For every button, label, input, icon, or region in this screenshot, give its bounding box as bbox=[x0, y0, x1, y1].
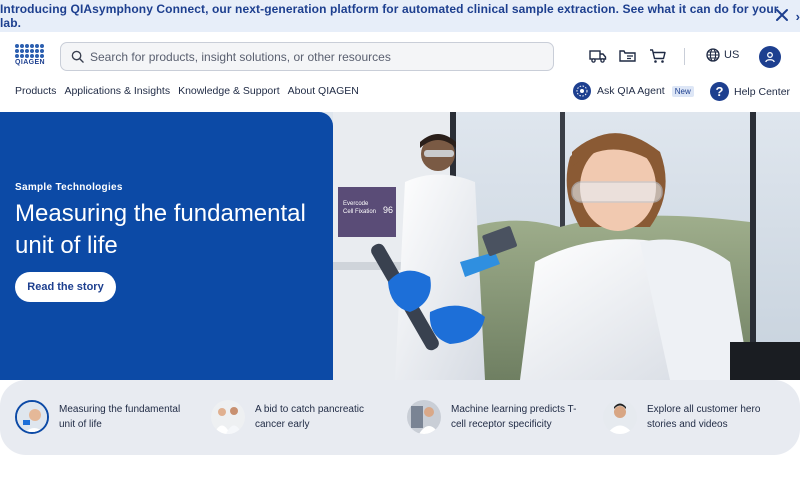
hero-title: Measuring the fundamental unit of life bbox=[15, 200, 306, 259]
plate-number: 96 bbox=[383, 205, 393, 215]
nav-item-about[interactable]: About QIAGEN bbox=[288, 85, 359, 97]
read-story-button[interactable]: Read the story bbox=[15, 272, 116, 302]
region-label: US bbox=[724, 49, 740, 61]
story-thumbnail bbox=[407, 400, 441, 434]
question-icon: ? bbox=[710, 82, 729, 101]
logo-text: QIAGEN bbox=[15, 59, 46, 66]
account-button[interactable] bbox=[759, 46, 781, 68]
nav-item-applications[interactable]: Applications & Insights bbox=[64, 85, 170, 97]
hero-panel: Sample Technologies Measuring the fundam… bbox=[0, 112, 333, 380]
agent-icon bbox=[573, 82, 591, 100]
search-icon bbox=[71, 50, 84, 63]
main-nav: Products Applications & Insights Knowled… bbox=[15, 85, 359, 97]
nav-item-knowledge[interactable]: Knowledge & Support bbox=[178, 85, 280, 97]
help-center-button[interactable]: ? Help Center bbox=[710, 82, 790, 101]
story-text: Measuring the fundamental unit of life bbox=[59, 404, 181, 430]
lab-scientist-photo: Evercode Cell Fixation 96 bbox=[310, 112, 800, 380]
hero-eyebrow: Sample Technologies bbox=[15, 182, 123, 193]
new-badge: New bbox=[671, 85, 694, 97]
user-icon bbox=[765, 52, 775, 63]
story-text: Machine learning predicts T-cell recepto… bbox=[451, 404, 577, 430]
search-input[interactable] bbox=[90, 49, 530, 64]
truck-icon[interactable] bbox=[589, 48, 607, 64]
search-box[interactable] bbox=[60, 42, 554, 71]
header-divider bbox=[684, 48, 685, 65]
announcement-bar[interactable]: Introducing QIAsymphony Connect, our nex… bbox=[0, 0, 800, 32]
story-text: Explore all customer hero stories and vi… bbox=[647, 404, 761, 430]
chevron-right-icon[interactable]: › bbox=[796, 9, 800, 24]
story-item-pancreatic-cancer[interactable]: A bid to catch pancreatic cancer early bbox=[211, 400, 395, 434]
close-icon[interactable] bbox=[774, 7, 790, 23]
qiagen-logo[interactable]: QIAGEN bbox=[15, 44, 45, 70]
announcement-text[interactable]: Introducing QIAsymphony Connect, our nex… bbox=[0, 2, 790, 30]
story-thumbnail bbox=[15, 400, 49, 434]
plate-label-1: Evercode bbox=[343, 201, 369, 207]
agent-label: Ask QIA Agent bbox=[597, 85, 665, 97]
nav-item-products[interactable]: Products bbox=[15, 85, 56, 97]
quick-order-icon[interactable] bbox=[619, 48, 637, 64]
logo-dots-icon bbox=[15, 44, 45, 58]
region-selector[interactable]: US bbox=[706, 48, 739, 62]
cart-icon[interactable] bbox=[649, 48, 667, 64]
story-text: A bid to catch pancreatic cancer early bbox=[255, 404, 364, 430]
globe-icon bbox=[706, 48, 720, 62]
ask-agent-button[interactable]: Ask QIA Agent New bbox=[573, 82, 694, 100]
story-item-fundamental-unit[interactable]: Measuring the fundamental unit of life bbox=[15, 400, 199, 434]
story-strip: Measuring the fundamental unit of life A… bbox=[0, 380, 800, 455]
story-thumbnail bbox=[603, 400, 637, 434]
plate-label-2: Cell Fixation bbox=[343, 209, 376, 215]
story-item-machine-learning[interactable]: Machine learning predicts T-cell recepto… bbox=[407, 400, 591, 434]
story-thumbnail bbox=[211, 400, 245, 434]
help-label: Help Center bbox=[734, 85, 791, 98]
hero-banner: Evercode Cell Fixation 96 Sample Technol… bbox=[0, 112, 800, 380]
story-item-explore-all[interactable]: Explore all customer hero stories and vi… bbox=[603, 400, 787, 434]
